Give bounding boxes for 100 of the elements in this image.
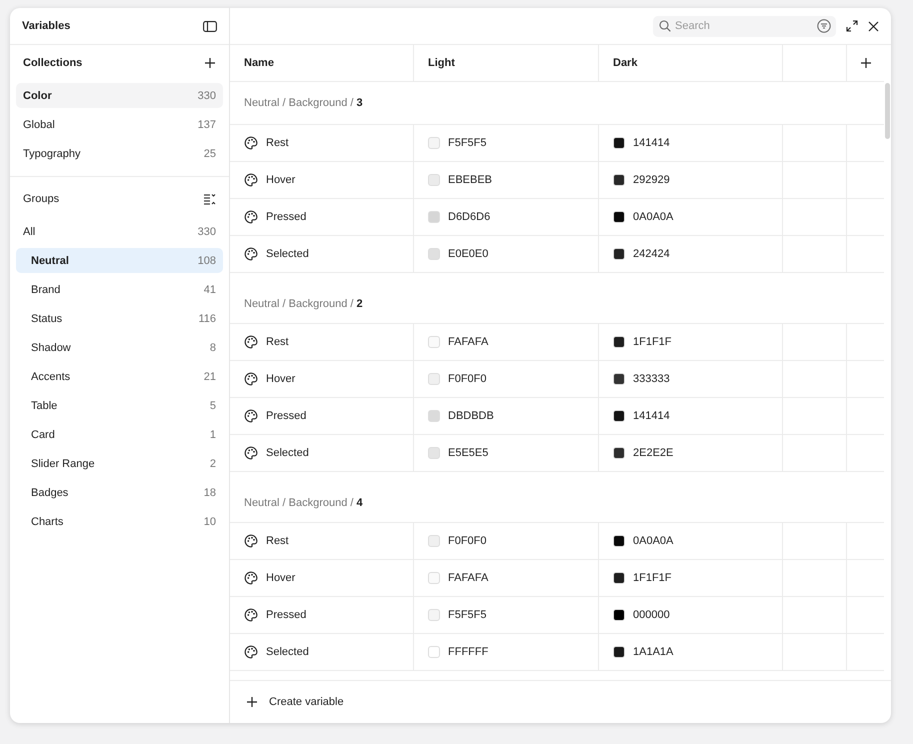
panel-title: Variables [22, 20, 70, 32]
variable-name: Pressed [266, 609, 306, 621]
palette-icon [244, 571, 258, 585]
variable-name: Hover [266, 572, 296, 584]
color-value: 0A0A0A [633, 535, 674, 547]
color-swatch [613, 373, 625, 385]
palette-icon [244, 372, 258, 386]
palette-icon [244, 210, 258, 224]
color-value: 0A0A0A [633, 211, 674, 223]
group-heading: Neutral / Background / 4 [244, 497, 363, 509]
color-swatch [428, 572, 440, 584]
variable-name: Hover [266, 174, 296, 186]
sidebar-item[interactable]: Neutral 108 [16, 248, 223, 273]
color-value: 333333 [633, 373, 670, 385]
color-value: DBDBDB [448, 410, 494, 422]
add-column-icon[interactable] [860, 57, 872, 69]
sidebar-item[interactable]: Status 116 [16, 306, 223, 331]
color-value: FFFFFF [448, 646, 488, 658]
color-value: E5E5E5 [448, 447, 488, 459]
color-value: 141414 [633, 137, 670, 149]
color-value: 1F1F1F [633, 336, 672, 348]
palette-icon [244, 534, 258, 548]
palette-icon [244, 136, 258, 150]
palette-icon [244, 173, 258, 187]
color-swatch [613, 572, 625, 584]
add-icon[interactable] [246, 696, 258, 708]
variable-name: Pressed [266, 410, 306, 422]
color-swatch [613, 137, 625, 149]
sidebar-item[interactable]: Brand 41 [16, 277, 223, 302]
color-swatch [428, 211, 440, 223]
color-value: FAFAFA [448, 572, 488, 584]
color-swatch [428, 336, 440, 348]
color-value: 242424 [633, 248, 670, 260]
color-value: F0F0F0 [448, 373, 487, 385]
color-value: 141414 [633, 410, 670, 422]
color-swatch [428, 609, 440, 621]
variable-name: Rest [266, 336, 289, 348]
sidebar-item[interactable]: Slider Range 2 [16, 451, 223, 476]
color-value: D6D6D6 [448, 211, 490, 223]
color-swatch [613, 174, 625, 186]
variable-name: Rest [266, 137, 289, 149]
column-header: Light [428, 57, 455, 69]
palette-icon [244, 247, 258, 261]
collapse-list-icon[interactable] [203, 193, 216, 205]
color-swatch [613, 609, 625, 621]
sidebar-item[interactable]: Typography 25 [16, 141, 223, 166]
variable-name: Rest [266, 535, 289, 547]
color-value: F5F5F5 [448, 609, 487, 621]
search-field[interactable]: Search [653, 16, 836, 36]
palette-icon [244, 608, 258, 622]
create-variable-link[interactable]: Create variable [269, 696, 344, 708]
color-value: FAFAFA [448, 336, 488, 348]
color-swatch [428, 248, 440, 260]
column-header: Name [244, 57, 274, 69]
color-value: F5F5F5 [448, 137, 487, 149]
color-swatch [613, 211, 625, 223]
color-value: 1F1F1F [633, 572, 672, 584]
group-heading: Neutral / Background / 3 [244, 97, 363, 109]
filter-icon[interactable] [817, 19, 831, 33]
color-value: 1A1A1A [633, 646, 674, 658]
palette-icon [244, 645, 258, 659]
palette-icon [244, 446, 258, 460]
variable-name: Hover [266, 373, 296, 385]
close-icon[interactable] [868, 20, 879, 32]
column-header: Dark [613, 57, 638, 69]
scrollbar-thumb[interactable] [885, 83, 890, 139]
color-swatch [428, 137, 440, 149]
variable-name: Selected [266, 248, 309, 260]
sidebar-item[interactable]: Card 1 [16, 422, 223, 447]
color-value: 2E2E2E [633, 447, 674, 459]
color-value: F0F0F0 [448, 535, 487, 547]
group-heading: Neutral / Background / 2 [244, 298, 363, 310]
color-swatch [428, 646, 440, 658]
section-title: Collections [23, 57, 82, 69]
color-swatch [613, 336, 625, 348]
palette-icon [244, 409, 258, 423]
variable-name: Selected [266, 447, 309, 459]
color-value: 000000 [633, 609, 670, 621]
sidebar-item[interactable]: Accents 21 [16, 364, 223, 389]
color-swatch [428, 447, 440, 459]
sidebar-item[interactable]: Charts 10 [16, 509, 223, 534]
sidebar-item[interactable]: Shadow 8 [16, 335, 223, 360]
color-swatch [613, 646, 625, 658]
sidebar-item[interactable]: Color 330 [16, 83, 223, 108]
sidebar-item[interactable]: All 330 [16, 219, 223, 244]
sidebar-item[interactable]: Badges 18 [16, 480, 223, 505]
color-swatch [613, 248, 625, 260]
sidebar-item[interactable]: Global 137 [16, 112, 223, 137]
color-value: 292929 [633, 174, 670, 186]
add-icon[interactable] [204, 57, 216, 69]
sidebar-item[interactable]: Table 5 [16, 393, 223, 418]
palette-icon [244, 335, 258, 349]
section-title: Groups [23, 193, 60, 205]
color-swatch [428, 410, 440, 422]
variable-name: Pressed [266, 211, 306, 223]
search-icon [659, 20, 671, 32]
color-swatch [428, 535, 440, 547]
color-swatch [613, 410, 625, 422]
sidebar-toggle-icon[interactable] [203, 20, 217, 32]
expand-icon[interactable] [846, 20, 858, 32]
